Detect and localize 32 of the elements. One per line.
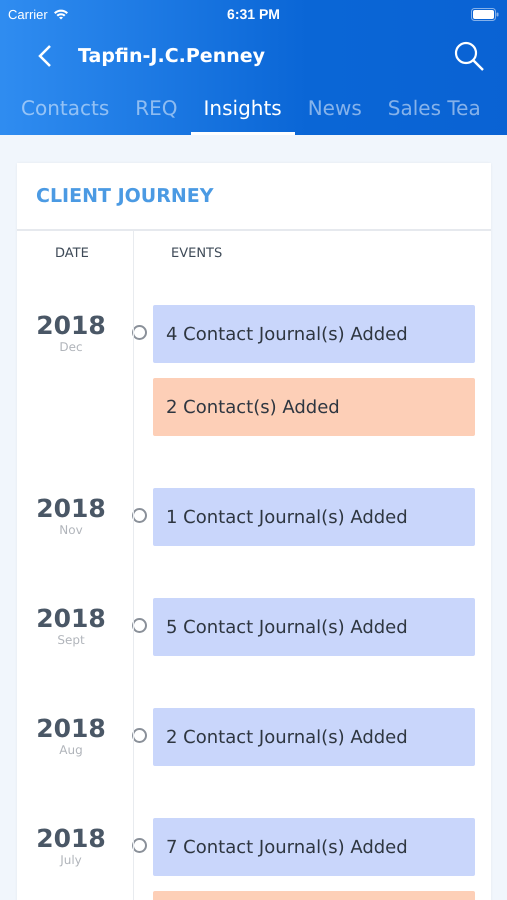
year-label: 2018 — [36, 825, 106, 852]
month-label: Nov — [59, 522, 83, 536]
event-item[interactable]: 5 Contact Journal(s) Added — [153, 598, 475, 656]
month-label: July — [60, 852, 82, 866]
timeline-dot — [132, 728, 146, 743]
search-icon[interactable] — [453, 40, 485, 72]
column-header: DATE — [54, 246, 90, 260]
tab[interactable]: Insights — [190, 84, 295, 135]
back-icon[interactable] — [38, 44, 52, 68]
event-item[interactable]: 2 Contact Journal(s) Added — [153, 708, 475, 766]
event-item[interactable]: 4 Contact Journal(s) Added — [153, 305, 475, 363]
event-item[interactable]: 2 Contact(s) Added — [153, 378, 475, 436]
card-title: CLIENT JOURNEY — [36, 185, 214, 207]
status-time: 6:31 PM — [226, 6, 281, 22]
year-label: 2018 — [36, 495, 106, 522]
timeline-dot — [132, 325, 146, 340]
carrier-label: Carrier — [8, 6, 48, 22]
event-item[interactable]: 7 Contact Journal(s) Added — [153, 818, 475, 876]
page-title: Tapfin-J.C.Penney — [78, 45, 266, 67]
year-label: 2018 — [36, 715, 106, 742]
month-label: Aug — [59, 742, 83, 756]
event-item[interactable]: 1 Contact Journal(s) Added — [153, 488, 475, 546]
month-label: Dec — [59, 340, 83, 354]
year-label: 2018 — [36, 605, 106, 632]
wifi-icon — [52, 8, 69, 20]
year-label: 2018 — [36, 312, 106, 340]
timeline-dot — [132, 618, 146, 633]
timeline-dot — [132, 508, 146, 523]
month-label: Sept — [57, 632, 85, 646]
battery-icon — [471, 8, 499, 20]
column-header: EVENTS — [170, 246, 222, 260]
timeline-dot — [132, 838, 146, 853]
